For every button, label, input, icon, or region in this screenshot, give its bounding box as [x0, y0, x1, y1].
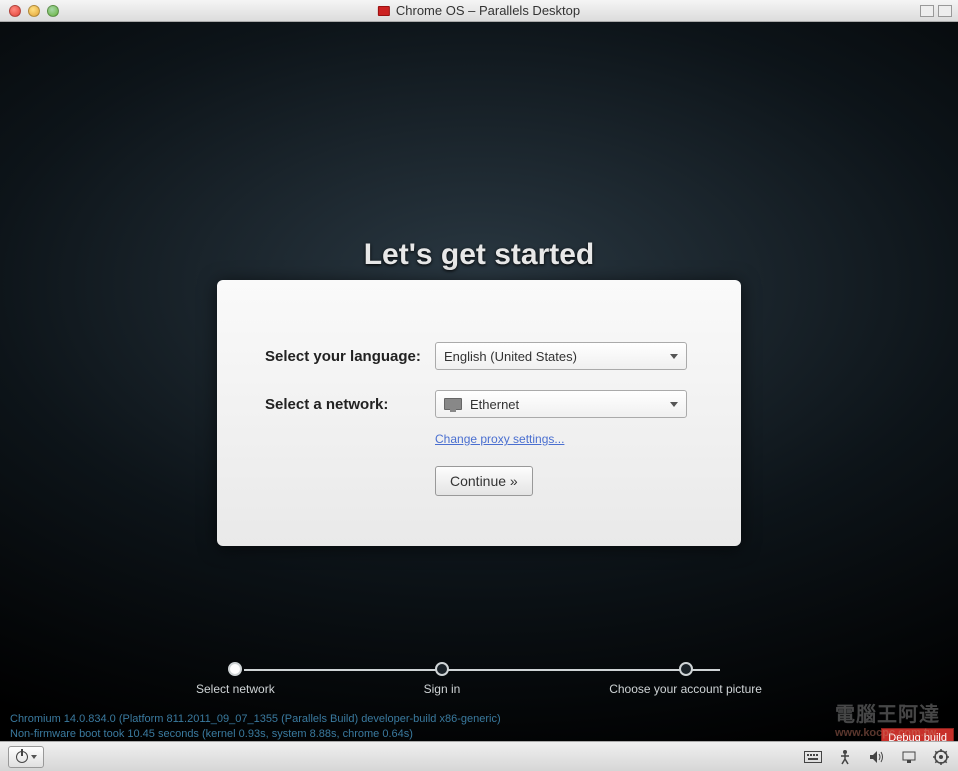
chevron-down-icon	[31, 755, 37, 759]
network-select[interactable]: Ethernet	[435, 390, 687, 418]
chevron-down-icon	[670, 354, 678, 359]
step-dot-active	[228, 662, 242, 676]
settings-icon[interactable]	[932, 749, 950, 765]
setup-card: Select your language: English (United St…	[217, 280, 741, 546]
step-account-picture: Choose your account picture	[609, 662, 762, 696]
network-label: Select a network:	[265, 396, 435, 413]
network-icon[interactable]	[900, 749, 918, 765]
power-button[interactable]	[8, 746, 44, 768]
page-heading: Let's get started	[0, 238, 958, 272]
zoom-window-button[interactable]	[47, 5, 59, 17]
continue-button[interactable]: Continue »	[435, 466, 533, 496]
progress-stepper: Select network Sign in Choose your accou…	[208, 662, 750, 696]
step-dot	[435, 662, 449, 676]
version-info: Chromium 14.0.834.0 (Platform 811.2011_0…	[10, 712, 501, 743]
proxy-settings-link[interactable]: Change proxy settings...	[435, 432, 693, 446]
language-select[interactable]: English (United States)	[435, 342, 687, 370]
step-dot	[679, 662, 693, 676]
step-label: Sign in	[424, 682, 461, 696]
step-label: Select network	[196, 682, 275, 696]
bottom-toolbar	[0, 741, 958, 771]
fullscreen-icon[interactable]	[938, 5, 952, 17]
watermark-main: 電腦王阿達	[835, 704, 940, 726]
network-value: Ethernet	[470, 397, 519, 412]
system-tray	[804, 749, 950, 765]
power-icon	[16, 751, 28, 763]
coherence-icon[interactable]	[920, 5, 934, 17]
ethernet-icon	[444, 398, 462, 410]
keyboard-icon[interactable]	[804, 749, 822, 765]
version-line-1: Chromium 14.0.834.0 (Platform 811.2011_0…	[10, 712, 501, 727]
network-row: Select a network: Ethernet	[265, 390, 693, 418]
minimize-window-button[interactable]	[28, 5, 40, 17]
step-label: Choose your account picture	[609, 682, 762, 696]
os-screen: Let's get started Select your language: …	[0, 22, 958, 771]
step-select-network: Select network	[196, 662, 275, 696]
traffic-lights	[0, 5, 59, 17]
language-row: Select your language: English (United St…	[265, 342, 693, 370]
language-label: Select your language:	[265, 348, 435, 365]
window-title-area: Chrome OS – Parallels Desktop	[378, 3, 580, 18]
close-window-button[interactable]	[9, 5, 21, 17]
mac-titlebar: Chrome OS – Parallels Desktop	[0, 0, 958, 22]
window-title: Chrome OS – Parallels Desktop	[396, 3, 580, 18]
app-icon	[378, 6, 390, 16]
step-sign-in: Sign in	[424, 662, 461, 696]
volume-icon[interactable]	[868, 749, 886, 765]
chevron-down-icon	[670, 402, 678, 407]
accessibility-icon[interactable]	[836, 749, 854, 765]
language-value: English (United States)	[444, 349, 577, 364]
window-controls-right	[920, 5, 952, 17]
